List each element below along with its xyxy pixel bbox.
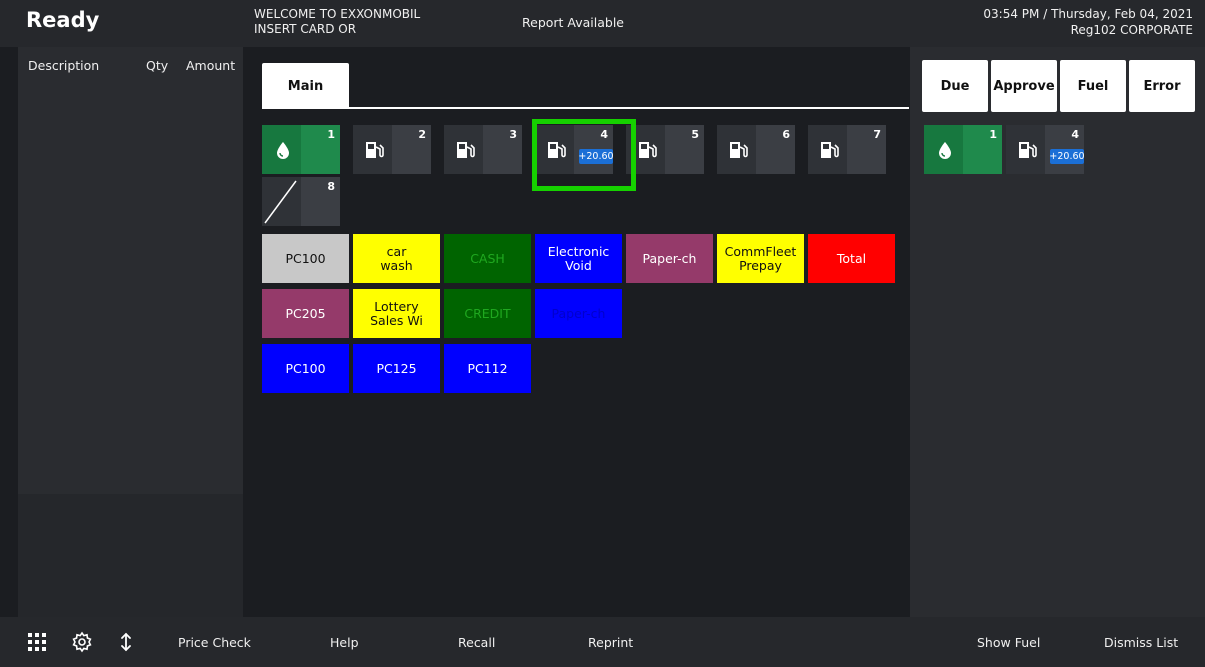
pump-number: 4 [1071,128,1079,141]
function-key-paper-ch[interactable]: Paper-ch [535,289,622,338]
function-key-label: PC100 [285,360,326,376]
fuel-pump-icon [366,142,384,158]
drop-icon [939,142,951,159]
fuel-pump-icon [639,142,657,158]
right-tab-approve[interactable]: Approve [991,60,1057,112]
function-key-lottery-sales-wi[interactable]: Lottery Sales Wi [353,289,440,338]
queued-pump-4[interactable]: 4 +20.60 [1006,125,1085,174]
pump-number: 8 [327,180,335,193]
pump-number: 2 [418,128,426,141]
register-info: Reg102 CORPORATE [1070,23,1193,37]
function-key-label: PC125 [376,360,417,376]
tab-underline [349,107,909,109]
fuel-pump-icon [821,142,839,158]
status-title: Ready [26,8,100,32]
pump-2[interactable]: 2 [353,125,431,174]
function-key-label: Paper-ch [551,305,606,321]
tab-bar: Main [262,63,909,111]
receipt-totals-area [18,494,243,617]
show-fuel-button[interactable]: Show Fuel [977,635,1040,650]
function-key-label: Electronic Void [547,243,610,273]
function-key-pc205[interactable]: PC205 [262,289,349,338]
welcome-message: WELCOME TO EXXONMOBIL INSERT CARD OR [254,7,420,37]
right-tab-fuel[interactable]: Fuel [1060,60,1126,112]
pump-number: 7 [873,128,881,141]
pump-1[interactable]: 1 [262,125,340,174]
function-key-paper-ch[interactable]: Paper-ch [626,234,713,283]
welcome-line-2: INSERT CARD OR [254,22,357,36]
function-key-label: CREDIT [464,305,511,321]
function-key-pc100[interactable]: PC100 [262,344,349,393]
bottom-bar: Price Check Help Recall Reprint Show Fue… [0,617,1205,667]
grid-menu-icon[interactable] [26,631,48,653]
function-key-label: Paper-ch [642,250,697,266]
receipt-panel[interactable]: Description Qty Amount [18,47,243,617]
tab-main[interactable]: Main [262,63,349,109]
function-key-commfleet-prepay[interactable]: CommFleet Prepay [717,234,804,283]
recall-button[interactable]: Recall [458,635,495,650]
function-key-label: CASH [470,250,505,266]
gear-icon[interactable] [71,631,93,653]
pump-number: 1 [989,128,997,141]
price-check-button[interactable]: Price Check [178,635,251,650]
top-bar: Ready WELCOME TO EXXONMOBIL INSERT CARD … [0,0,1205,47]
col-description: Description [28,58,100,73]
welcome-line-1: WELCOME TO EXXONMOBIL [254,7,421,21]
function-key-label: PC100 [285,250,326,266]
right-tab-due[interactable]: Due [922,60,988,112]
selected-pump-highlight [532,119,636,191]
function-key-electronic-void[interactable]: Electronic Void [535,234,622,283]
function-key-car-wash[interactable]: car wash [353,234,440,283]
right-tab-error[interactable]: Error [1129,60,1195,112]
function-key-credit[interactable]: CREDIT [444,289,531,338]
function-key-label: PC205 [285,305,326,321]
pump-5[interactable]: 5 [626,125,704,174]
help-button[interactable]: Help [330,635,359,650]
function-key-cash[interactable]: CASH [444,234,531,283]
up-down-arrow-icon[interactable] [115,631,137,653]
fuel-pump-icon [457,142,475,158]
offline-slash-icon [264,180,297,224]
pump-6[interactable]: 6 [717,125,795,174]
function-key-label: car wash [380,243,413,273]
function-key-pc125[interactable]: PC125 [353,344,440,393]
function-key-label: CommFleet Prepay [724,243,797,273]
pump-number: 3 [509,128,517,141]
function-key-pc100[interactable]: PC100 [262,234,349,283]
queued-pump-1[interactable]: 1 [924,125,1002,174]
pump-number: 6 [782,128,790,141]
function-key-label: Total [836,250,867,266]
function-key-label: Lottery Sales Wi [370,298,423,328]
pump-amount-badge: +20.60 [1049,149,1085,164]
col-amount: Amount [186,58,236,73]
pump-number: 1 [327,128,335,141]
dismiss-list-button[interactable]: Dismiss List [1104,635,1178,650]
function-key-pc112[interactable]: PC112 [444,344,531,393]
report-notice[interactable]: Report Available [522,15,624,30]
pump-8[interactable]: 8 [262,177,340,226]
datetime-block: 03:54 PM / Thursday, Feb 04, 2021 Reg102… [983,6,1193,38]
pump-number: 5 [691,128,699,141]
col-qty: Qty [146,58,169,73]
fuel-pump-icon [730,142,748,158]
fuel-pump-icon [1019,142,1037,158]
pump-7[interactable]: 7 [808,125,886,174]
pump-3[interactable]: 3 [444,125,522,174]
drop-icon [277,142,289,159]
datetime: 03:54 PM / Thursday, Feb 04, 2021 [983,7,1193,21]
reprint-button[interactable]: Reprint [588,635,633,650]
function-key-total[interactable]: Total [808,234,895,283]
receipt-header: Description Qty Amount [18,47,243,75]
function-key-label: PC112 [467,360,508,376]
